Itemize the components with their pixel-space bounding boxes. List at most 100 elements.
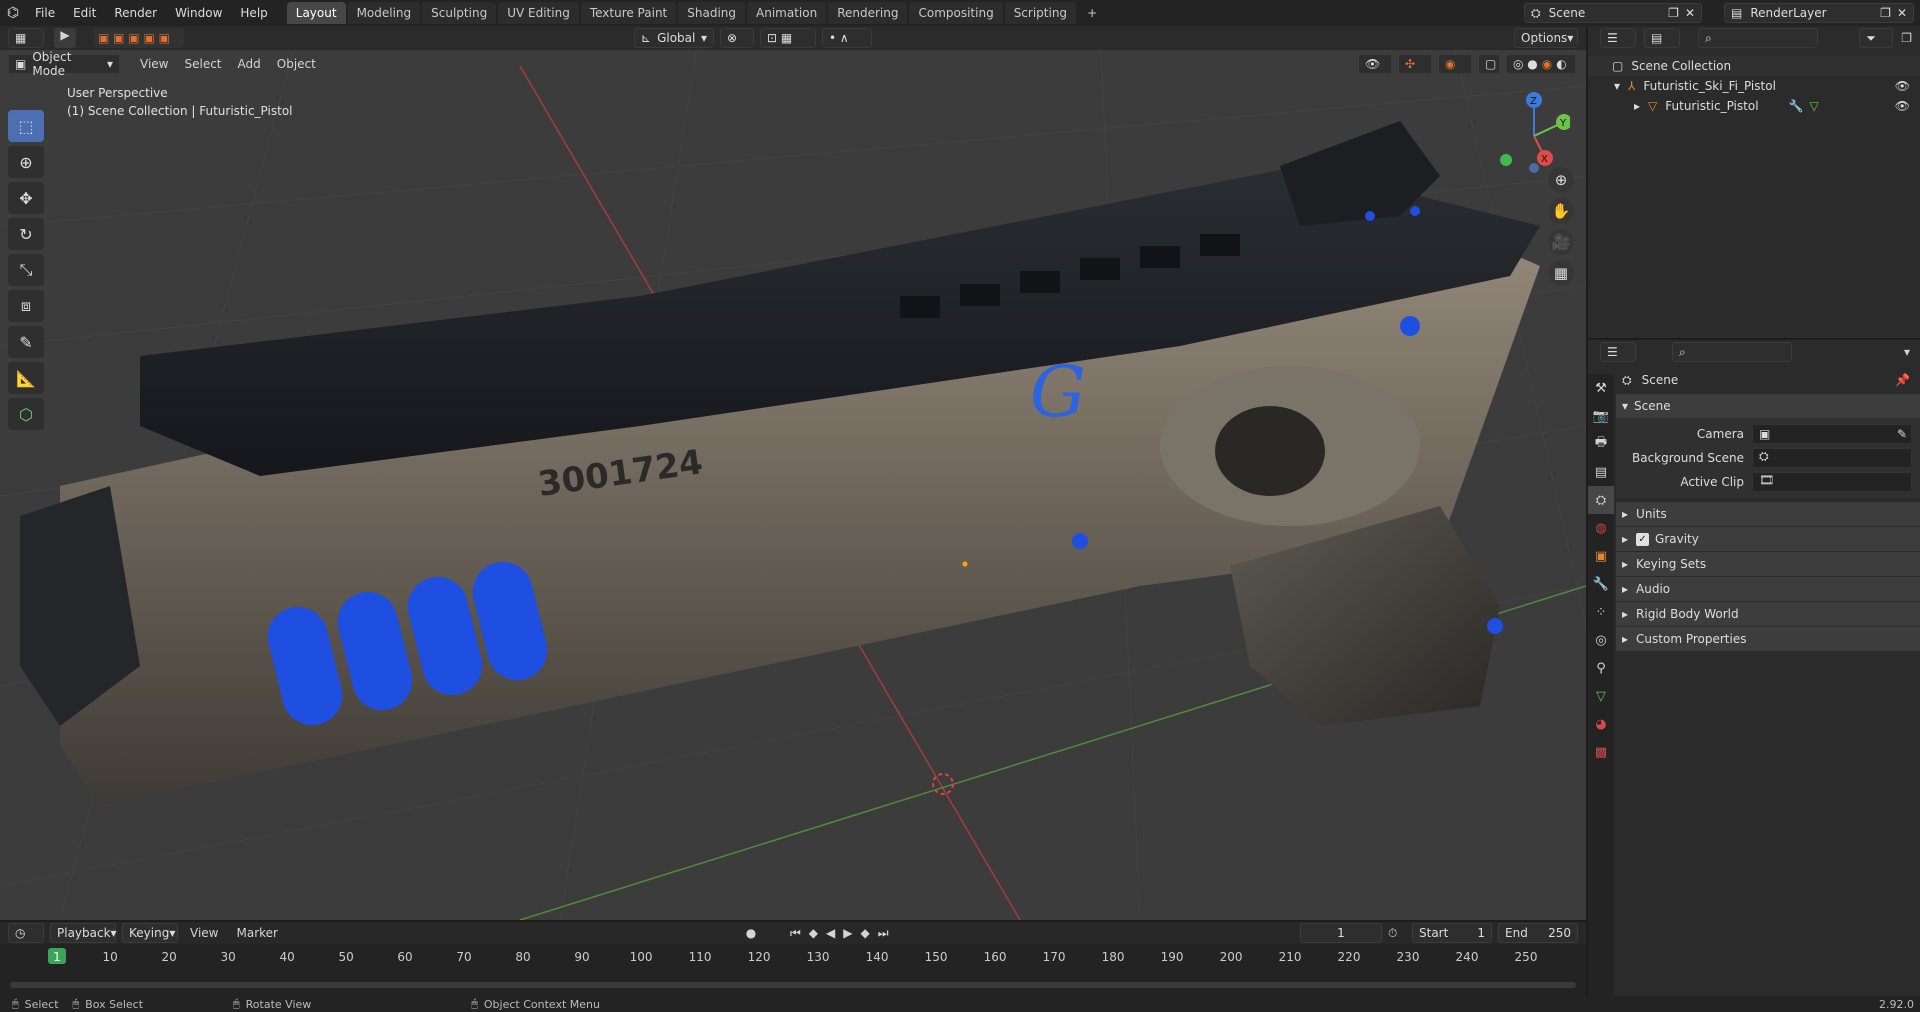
material-tab-icon[interactable]: ◕ [1588, 710, 1614, 738]
camera-field[interactable]: ▣ ✎ [1752, 424, 1912, 444]
properties-search-input[interactable]: ⌕ [1672, 342, 1792, 362]
eyedropper-icon[interactable]: ✎ [1897, 427, 1907, 441]
eye-icon[interactable]: 👁 [1895, 99, 1910, 113]
render-tab-icon[interactable]: 📷 [1588, 402, 1614, 430]
data-tab-icon[interactable]: ▽ [1588, 682, 1614, 710]
tab-uv-editing[interactable]: UV Editing [498, 2, 579, 24]
prev-keyframe-icon[interactable]: ◆ [809, 926, 818, 941]
properties-editor-type[interactable]: ☰ [1600, 342, 1636, 362]
selection-mode-icons[interactable]: ▣ ▣ ▣ ▣ ▣ [94, 28, 184, 48]
camera-view-icon[interactable]: 🎥 [1548, 229, 1574, 255]
outliner-item[interactable]: ▸ ▽ Futuristic_Pistol 🔧 ▽ 👁 [1588, 96, 1920, 116]
material-preview-icon[interactable]: ◉ [1542, 57, 1552, 71]
overlay-toggle[interactable]: ◉ [1438, 54, 1472, 74]
cursor-tool[interactable]: ⊕ [8, 146, 44, 178]
outliner-editor-type[interactable]: ☰ [1600, 28, 1636, 48]
output-tab-icon[interactable]: 🖶 [1588, 430, 1614, 458]
perspective-toggle-icon[interactable]: ▦ [1548, 260, 1574, 286]
physics-tab-icon[interactable]: ◎ [1588, 626, 1614, 654]
stopwatch-icon[interactable]: ⏱ [1388, 926, 1406, 941]
tab-texture-paint[interactable]: Texture Paint [580, 2, 677, 24]
constraints-tab-icon[interactable]: ⚲ [1588, 654, 1614, 682]
3d-viewport[interactable]: G 3001724 ▦ ▶ ▣ ▣ ▣ ▣ ▣ ⊾ Global ▾ ⊗ ⊡ ▦… [0, 26, 1586, 920]
pin-icon[interactable]: 📌 [1895, 373, 1910, 387]
wrench-icon[interactable]: 🔧 [1789, 99, 1804, 113]
viewport-menu-add[interactable]: Add [230, 57, 269, 71]
playback-dropdown[interactable]: Playback ▾ [50, 923, 117, 943]
xray-toggle[interactable]: ▢ [1478, 54, 1500, 74]
pan-hand-icon[interactable]: ✋ [1548, 198, 1574, 224]
visibility-toggle[interactable]: 👁 [1358, 54, 1392, 74]
gizmo-toggle[interactable]: ✣ [1398, 54, 1432, 74]
scene-panel-header[interactable]: ▾ Scene [1616, 394, 1920, 418]
active-clip-field[interactable]: 🎞 [1752, 472, 1912, 492]
timeline-editor-type[interactable]: ◷ [8, 923, 44, 943]
texture-tab-icon[interactable]: ▩ [1588, 738, 1614, 766]
mesh-data-icon[interactable]: ▽ [1809, 99, 1818, 113]
timeline-menu-marker[interactable]: Marker [230, 926, 283, 940]
eye-icon[interactable]: 👁 [1895, 79, 1910, 93]
editor-type-selector[interactable]: ▦ [8, 28, 44, 48]
delete-scene-icon[interactable]: ✕ [1685, 6, 1695, 20]
modifier-tab-icon[interactable]: 🔧 [1588, 570, 1614, 598]
keying-dropdown[interactable]: Keying ▾ [122, 923, 178, 943]
play-icon[interactable]: ▶ [843, 926, 852, 941]
blender-logo-icon[interactable]: ⌬ [0, 5, 26, 21]
menu-render[interactable]: Render [105, 6, 166, 20]
proportional-editing-toggle[interactable]: • ∧ [822, 28, 872, 48]
timeline-menu-view[interactable]: View [184, 926, 224, 940]
current-frame-field[interactable]: 1 [1300, 923, 1382, 943]
scale-tool[interactable]: ⤡ [8, 254, 44, 286]
new-layer-icon[interactable]: ❐ [1880, 6, 1891, 20]
annotate-tool[interactable]: ✎ [8, 326, 44, 358]
viewport-menu-view[interactable]: View [132, 57, 176, 71]
background-scene-field[interactable]: ⛭ [1752, 448, 1912, 468]
record-button[interactable]: ● [740, 926, 762, 940]
tab-layout[interactable]: Layout [286, 2, 346, 24]
delete-layer-icon[interactable]: ✕ [1897, 6, 1907, 20]
tab-shading[interactable]: Shading [678, 2, 745, 24]
options-dropdown[interactable]: Options ▾ [1514, 28, 1578, 48]
add-cube-tool[interactable]: ⬡ [8, 398, 44, 430]
tool-tab-icon[interactable]: ⚒ [1588, 374, 1614, 402]
tab-scripting[interactable]: Scripting [1004, 2, 1077, 24]
play-reverse-icon[interactable]: ◀ [826, 926, 835, 941]
new-scene-icon[interactable]: ❐ [1668, 6, 1679, 20]
zoom-icon[interactable]: ⊕ [1548, 167, 1574, 193]
viewport-menu-object[interactable]: Object [269, 57, 324, 71]
measure-tool[interactable]: 📐 [8, 362, 44, 394]
menu-help[interactable]: Help [231, 6, 276, 20]
gravity-checkbox[interactable]: ✓ [1636, 532, 1650, 546]
menu-window[interactable]: Window [166, 6, 231, 20]
tab-sculpting[interactable]: Sculpting [422, 2, 497, 24]
subpanel-gravity[interactable]: ▸ ✓ Gravity [1616, 527, 1920, 551]
menu-file[interactable]: File [26, 6, 64, 20]
new-collection-icon[interactable]: ❐ [1901, 31, 1912, 45]
tab-compositing[interactable]: Compositing [909, 2, 1003, 24]
subpanel-rigid-body-world[interactable]: ▸ Rigid Body World [1616, 602, 1920, 626]
chevron-down-icon[interactable]: ▾ [1904, 345, 1910, 359]
object-tab-icon[interactable]: ▣ [1588, 542, 1614, 570]
scene-tab-icon[interactable]: ⛭ [1588, 486, 1614, 514]
rotate-tool[interactable]: ↻ [8, 218, 44, 250]
select-box-tool[interactable]: ⬚ [8, 110, 44, 142]
tab-animation[interactable]: Animation [747, 2, 827, 24]
start-frame-field[interactable]: Start 1 [1412, 923, 1492, 943]
jump-start-icon[interactable]: ⏮ [790, 926, 801, 941]
end-frame-field[interactable]: End 250 [1498, 923, 1578, 943]
outliner-item[interactable]: ▾ ⅄ Futuristic_Ski_Fi_Pistol 👁 [1588, 76, 1920, 96]
pivot-point-dropdown[interactable]: ⊗ [720, 28, 754, 48]
viewport-scene[interactable]: G 3001724 [0, 26, 1586, 920]
subpanel-audio[interactable]: ▸ Audio [1616, 577, 1920, 601]
subpanel-custom-properties[interactable]: ▸ Custom Properties [1616, 627, 1920, 651]
tab-rendering[interactable]: Rendering [828, 2, 908, 24]
transform-tool[interactable]: ⧈ [8, 290, 44, 322]
particles-tab-icon[interactable]: ⁘ [1588, 598, 1614, 626]
expand-arrow-icon[interactable]: ▾ [1614, 79, 1620, 93]
snap-toggle[interactable]: ⊡ ▦ [760, 28, 816, 48]
select-tool-icon[interactable]: ▶ [54, 28, 76, 48]
view-layer-tab-icon[interactable]: ▤ [1588, 458, 1614, 486]
expand-arrow-icon[interactable]: ▸ [1634, 99, 1640, 113]
timeline-scrollbar[interactable] [10, 982, 1576, 988]
outliner-display-mode[interactable]: ▤ [1644, 28, 1680, 48]
